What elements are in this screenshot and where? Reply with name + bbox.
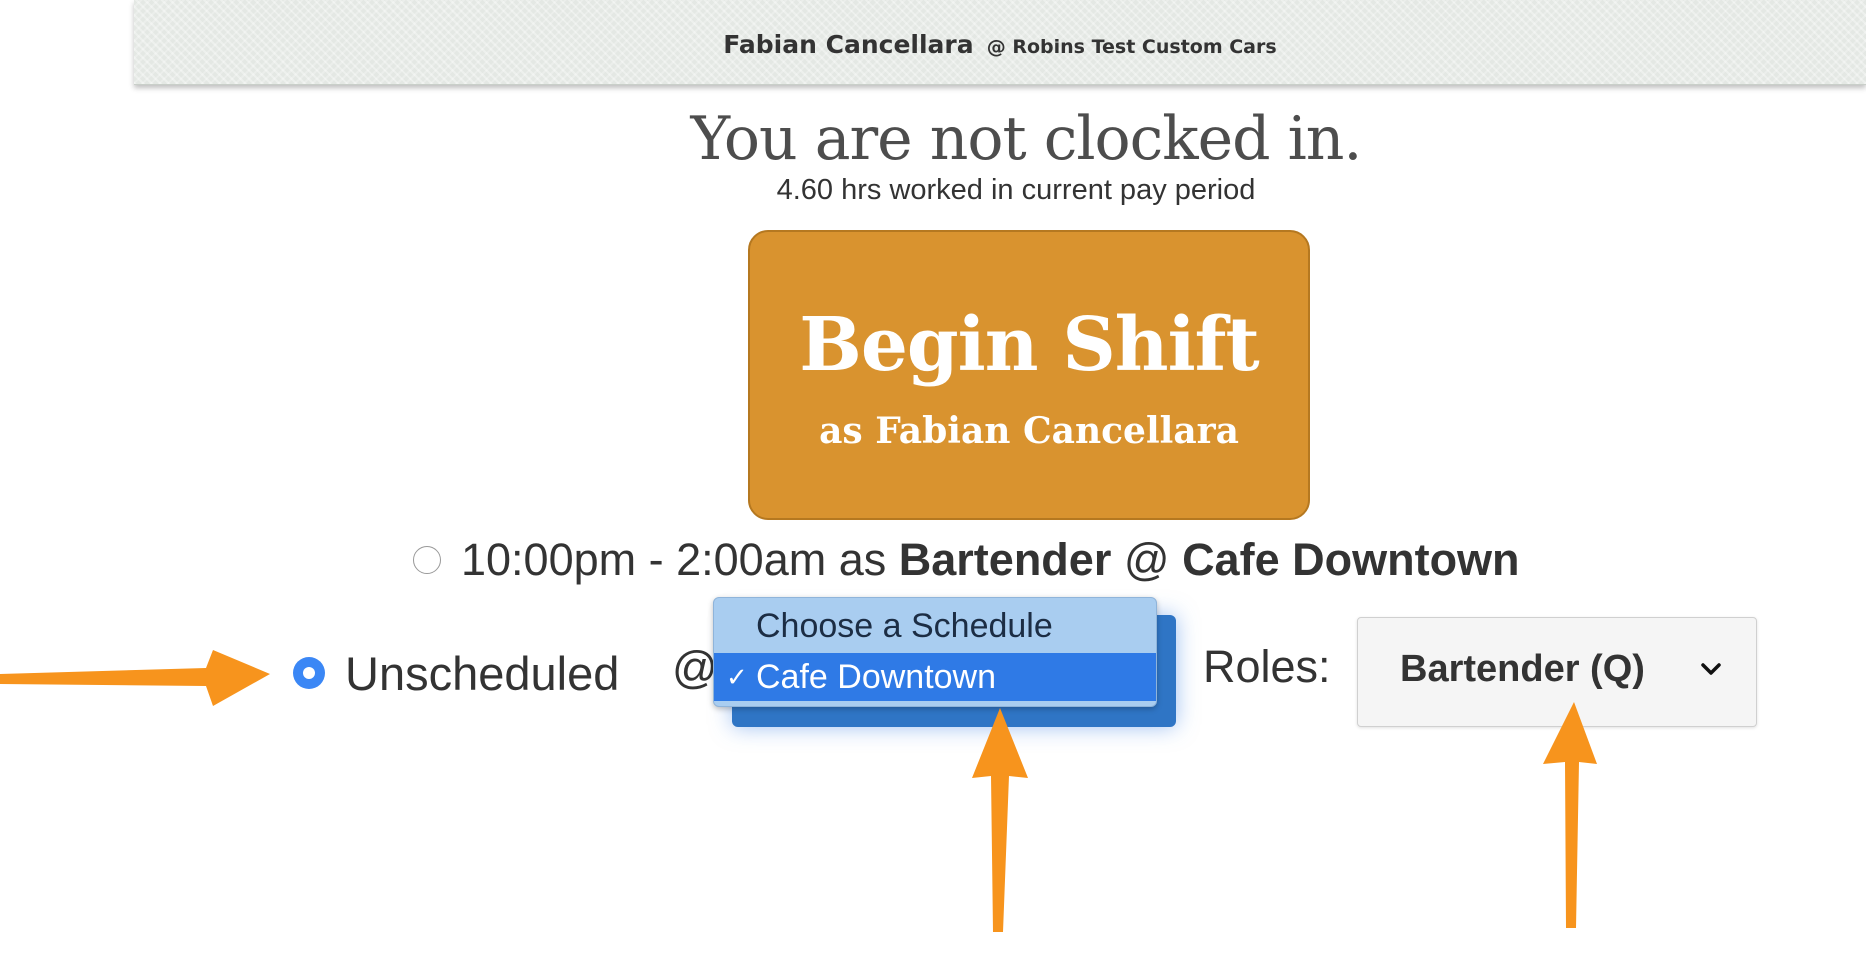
- unscheduled-radio[interactable]: [293, 657, 325, 689]
- company-name: @ Robins Test Custom Cars: [986, 36, 1277, 58]
- at-sign: @: [672, 642, 718, 693]
- begin-shift-button[interactable]: Begin Shift as Fabian Cancellara: [748, 230, 1310, 520]
- top-header: Fabian Cancellara @ Robins Test Custom C…: [134, 0, 1866, 85]
- begin-shift-sublabel: as Fabian Cancellara: [819, 410, 1239, 452]
- user-name: Fabian Cancellara: [723, 30, 974, 59]
- checkmark-icon: ✓: [726, 662, 748, 692]
- unscheduled-label: Unscheduled: [345, 646, 620, 700]
- roles-label: Roles:: [1203, 641, 1331, 692]
- unscheduled-option[interactable]: Unscheduled: [293, 645, 619, 701]
- schedule-dropdown-menu[interactable]: Choose a Schedule ✓ Cafe Downtown: [713, 597, 1157, 707]
- schedule-option-choose[interactable]: Choose a Schedule: [714, 602, 1156, 650]
- clock-status-title: You are not clocked in.: [690, 104, 1363, 174]
- schedule-option-cafe-downtown[interactable]: ✓ Cafe Downtown: [714, 653, 1156, 701]
- arrow-up-icon: [972, 708, 1028, 932]
- shift-role: Bartender: [898, 534, 1112, 585]
- begin-shift-label: Begin Shift: [799, 302, 1259, 388]
- shift-time: 10:00pm - 2:00am as: [461, 534, 887, 585]
- scheduled-shift-option[interactable]: 10:00pm - 2:00am as Bartender @ Cafe Dow…: [413, 532, 1520, 588]
- shift-at: @: [1123, 534, 1170, 585]
- arrow-right-icon: [0, 650, 270, 706]
- roles-select[interactable]: Bartender (Q): [1357, 617, 1757, 727]
- arrow-up-icon: [1543, 702, 1597, 928]
- schedule-option-label: Cafe Downtown: [756, 658, 997, 696]
- hours-worked: 4.60 hrs worked in current pay period: [776, 174, 1256, 206]
- chevron-down-icon: [1701, 663, 1721, 675]
- roles-value: Bartender (Q): [1400, 648, 1645, 690]
- clock-in-page: Fabian Cancellara @ Robins Test Custom C…: [0, 0, 1866, 974]
- scheduled-shift-radio[interactable]: [413, 546, 441, 574]
- header-text: Fabian Cancellara @ Robins Test Custom C…: [134, 30, 1866, 59]
- shift-location: Cafe Downtown: [1182, 534, 1520, 585]
